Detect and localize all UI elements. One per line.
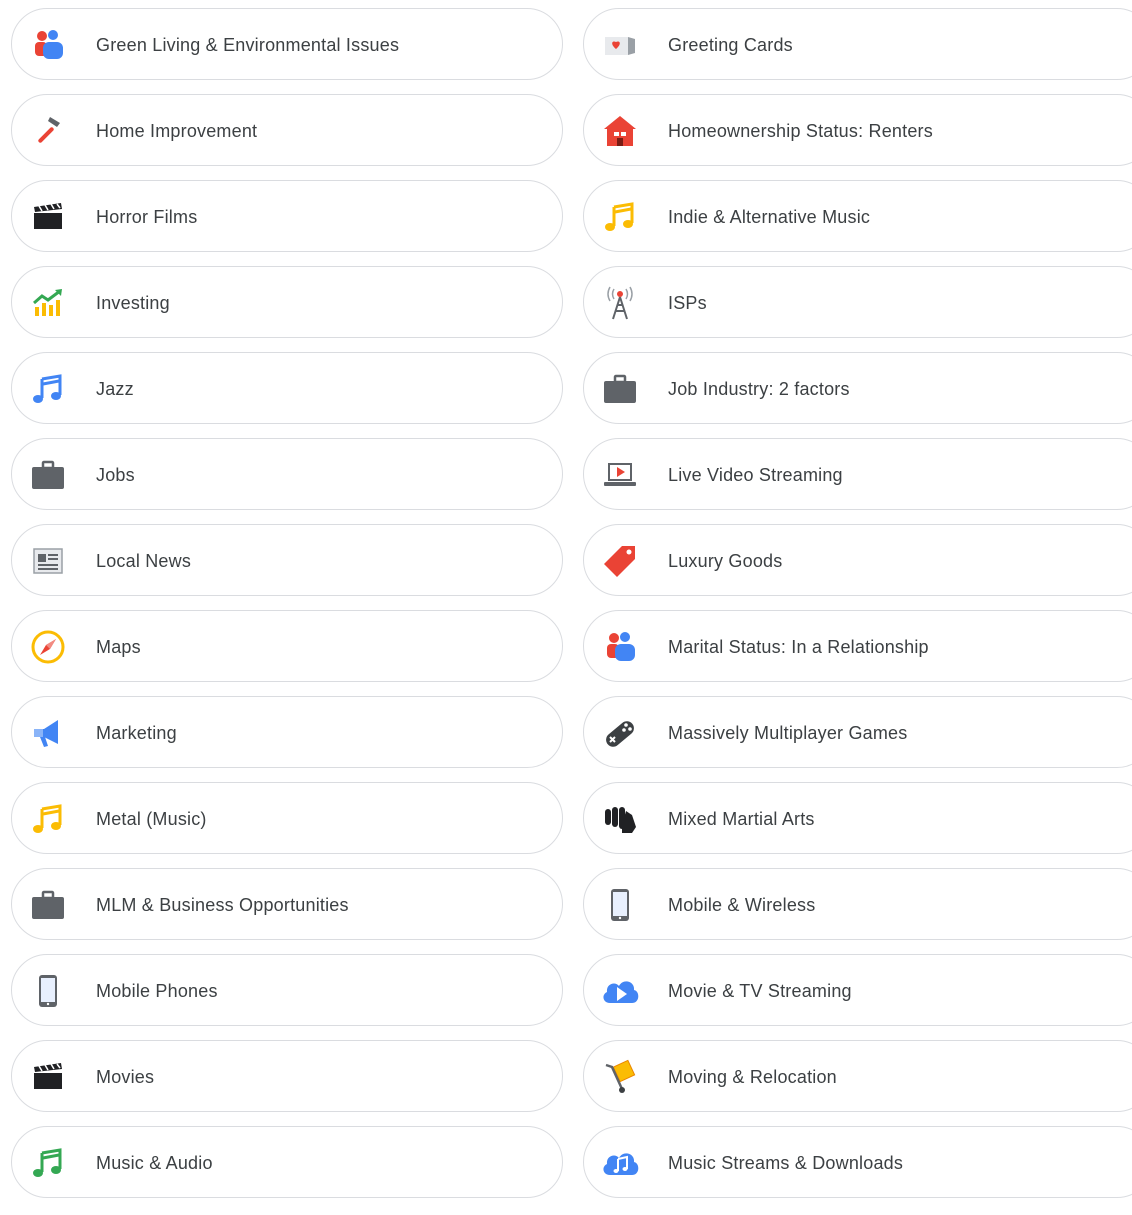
cloud-play-icon [600, 973, 640, 1009]
chip-jazz[interactable]: Jazz [11, 352, 563, 424]
chip-label: Metal (Music) [96, 809, 207, 829]
chip-label: Marital Status: In a Relationship [668, 637, 929, 657]
briefcase-icon [28, 457, 68, 493]
chip-music-audio[interactable]: Music & Audio [11, 1126, 563, 1198]
chip-label: Luxury Goods [668, 551, 783, 571]
price-tag-icon [600, 543, 640, 579]
laptop-play-icon [600, 457, 640, 493]
chip-label: Movie & TV Streaming [668, 981, 852, 1001]
chip-label: Home Improvement [96, 121, 258, 141]
chip-label: Greeting Cards [668, 35, 793, 55]
chip-green-living[interactable]: Green Living & Environmental Issues [11, 8, 563, 80]
chip-label: Green Living & Environmental Issues [96, 35, 400, 55]
chip-label: MLM & Business Opportunities [96, 895, 349, 915]
chip-label: Local News [96, 551, 192, 571]
chip-indie-music[interactable]: Indie & Alternative Music [583, 180, 1132, 252]
hammer-icon [28, 113, 68, 149]
chip-mobile-phones[interactable]: Mobile Phones [11, 954, 563, 1026]
chip-label: Live Video Streaming [668, 465, 843, 485]
chip-label: Marketing [96, 723, 177, 743]
chip-label: Massively Multiplayer Games [668, 723, 908, 743]
chip-label: Moving & Relocation [668, 1067, 837, 1087]
chip-home-improvement[interactable]: Home Improvement [11, 94, 563, 166]
chip-label: Mobile & Wireless [668, 895, 816, 915]
compass-icon [28, 629, 68, 665]
chip-label: Homeownership Status: Renters [668, 121, 933, 141]
chip-label: Horror Films [96, 207, 198, 227]
chip-metal-music[interactable]: Metal (Music) [11, 782, 563, 854]
chip-local-news[interactable]: Local News [11, 524, 563, 596]
gamepad-icon [600, 715, 640, 751]
hand-truck-icon [600, 1059, 640, 1095]
chip-luxury-goods[interactable]: Luxury Goods [583, 524, 1132, 596]
chip-horror-films[interactable]: Horror Films [11, 180, 563, 252]
fist-icon [600, 801, 640, 837]
chip-marital-status[interactable]: Marital Status: In a Relationship [583, 610, 1132, 682]
chip-label: Jazz [96, 379, 134, 399]
clapperboard-icon [28, 1059, 68, 1095]
chip-label: Job Industry: 2 factors [668, 379, 850, 399]
chip-movie-tv-streaming[interactable]: Movie & TV Streaming [583, 954, 1132, 1026]
house-icon [600, 113, 640, 149]
chip-investing[interactable]: Investing [11, 266, 563, 338]
briefcase-icon [600, 371, 640, 407]
megaphone-icon [28, 715, 68, 751]
chip-movies[interactable]: Movies [11, 1040, 563, 1112]
chip-live-video[interactable]: Live Video Streaming [583, 438, 1132, 510]
chip-label: Indie & Alternative Music [668, 207, 871, 227]
chip-mlm-business[interactable]: MLM & Business Opportunities [11, 868, 563, 940]
chip-maps[interactable]: Maps [11, 610, 563, 682]
chip-greeting-cards[interactable]: Greeting Cards [583, 8, 1132, 80]
phone-icon [600, 887, 640, 923]
chip-mma[interactable]: Mixed Martial Arts [583, 782, 1132, 854]
chip-label: Investing [96, 293, 170, 313]
music-note-icon [28, 371, 68, 407]
antenna-icon [600, 285, 640, 321]
phone-icon [28, 973, 68, 1009]
chip-mobile-wireless[interactable]: Mobile & Wireless [583, 868, 1132, 940]
chip-job-industry[interactable]: Job Industry: 2 factors [583, 352, 1132, 424]
people-icon [28, 27, 68, 63]
chip-label: ISPs [668, 293, 707, 313]
music-note-icon [600, 199, 640, 235]
music-note-icon [28, 1145, 68, 1181]
chart-growth-icon [28, 285, 68, 321]
chip-homeownership[interactable]: Homeownership Status: Renters [583, 94, 1132, 166]
chip-moving-relocation[interactable]: Moving & Relocation [583, 1040, 1132, 1112]
chip-label: Music & Audio [96, 1153, 213, 1173]
newspaper-icon [28, 543, 68, 579]
chip-label: Music Streams & Downloads [668, 1153, 904, 1173]
music-note-icon [28, 801, 68, 837]
people-icon [600, 629, 640, 665]
chip-label: Mixed Martial Arts [668, 809, 815, 829]
chip-label: Jobs [96, 465, 135, 485]
cloud-music-icon [600, 1145, 640, 1181]
clapperboard-icon [28, 199, 68, 235]
greeting-card-icon [600, 27, 640, 63]
chip-isps[interactable]: ISPs [583, 266, 1132, 338]
chip-label: Movies [96, 1067, 155, 1087]
chip-label: Maps [96, 637, 141, 657]
chip-jobs[interactable]: Jobs [11, 438, 563, 510]
chip-music-streams[interactable]: Music Streams & Downloads [583, 1126, 1132, 1198]
briefcase-icon [28, 887, 68, 923]
chip-marketing[interactable]: Marketing [11, 696, 563, 768]
chip-label: Mobile Phones [96, 981, 218, 1001]
interest-chip-grid: Green Living & Environmental Issues Home… [0, 0, 1132, 1215]
chip-mmo-games[interactable]: Massively Multiplayer Games [583, 696, 1132, 768]
